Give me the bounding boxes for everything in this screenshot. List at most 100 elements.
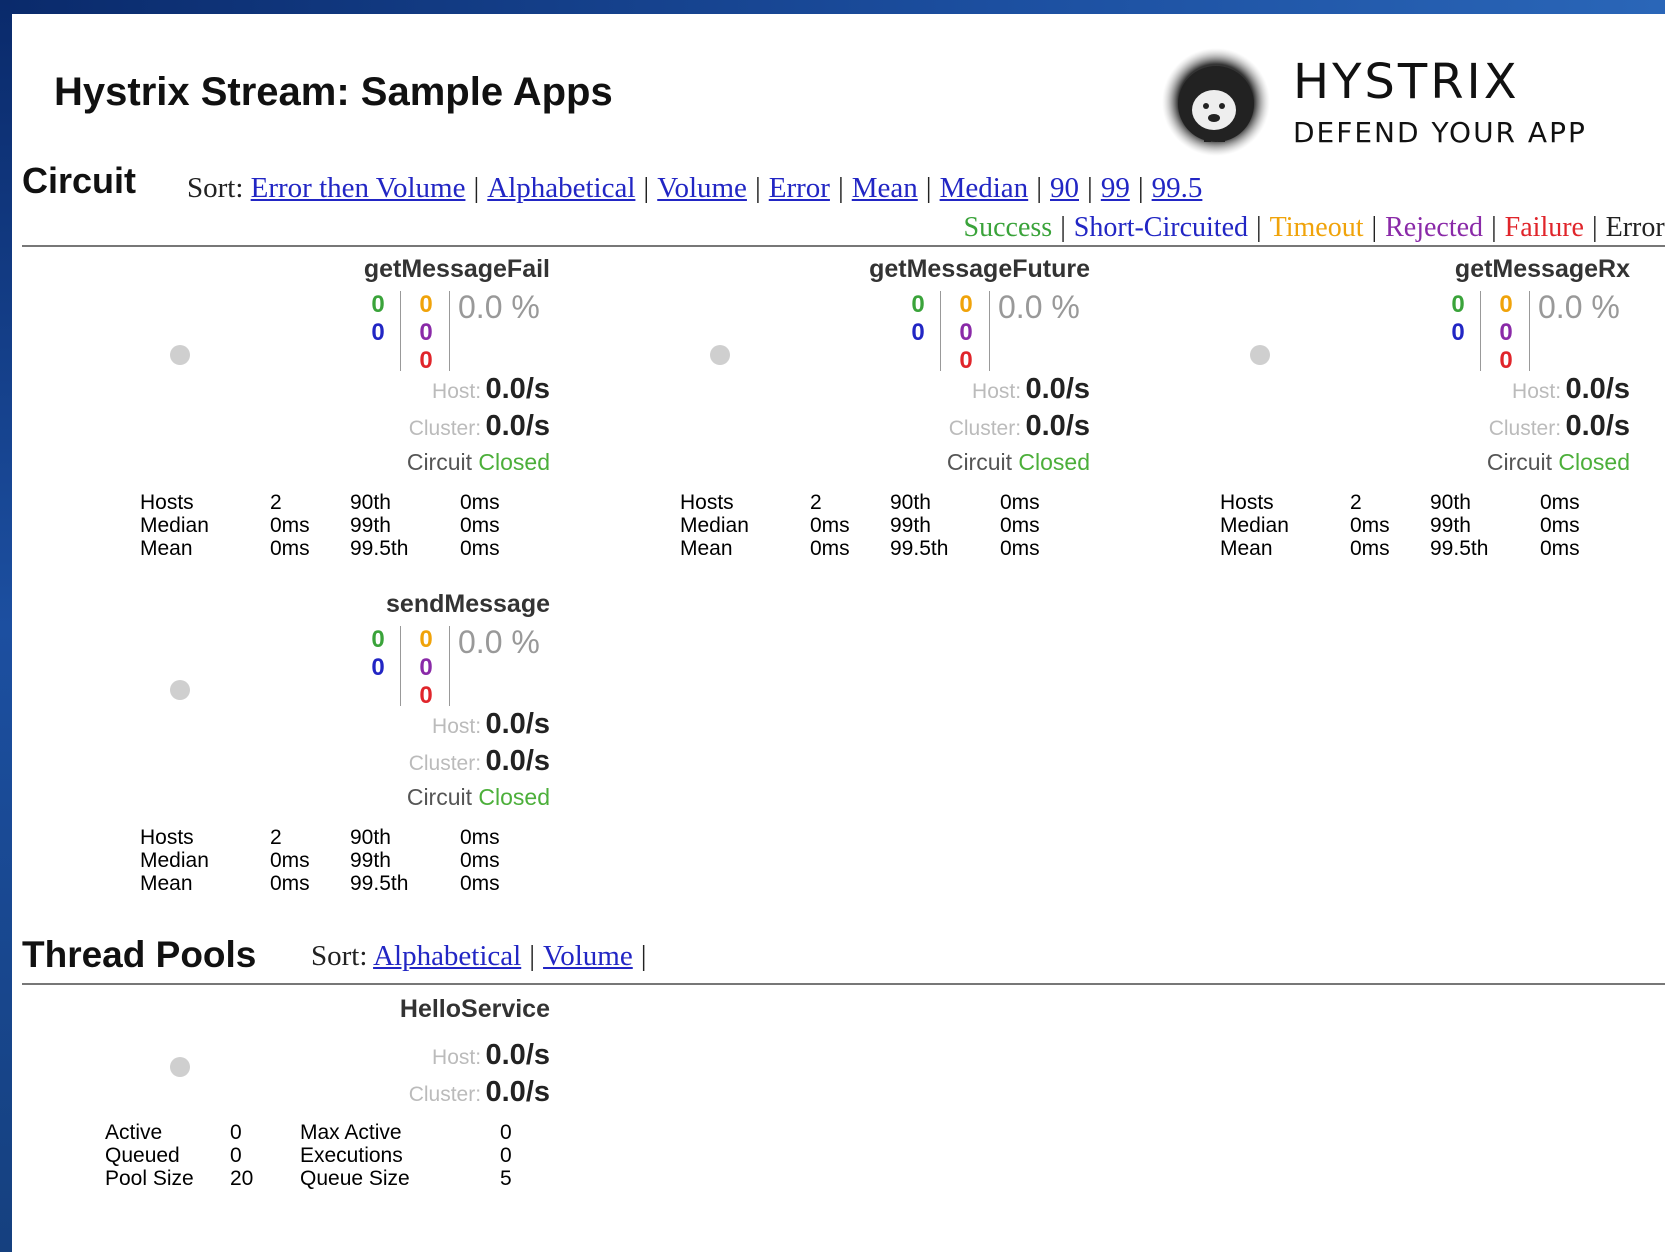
host-rate: Host: 0.0/s bbox=[972, 373, 1090, 406]
stat-labels-right: 90th 99th 99.5th bbox=[890, 491, 962, 560]
legend-error-pct: Error % bbox=[1605, 212, 1665, 243]
active-value: 0 bbox=[230, 1121, 242, 1144]
sort-error-then-volume-link[interactable]: Error then Volume bbox=[251, 172, 466, 204]
sort-99-link[interactable]: 99 bbox=[1101, 172, 1130, 204]
p90-label: 90th bbox=[350, 826, 391, 849]
thread-pool-card: HelloService Host: 0.0/s Cluster: 0.0/s … bbox=[30, 995, 550, 1205]
circuit-name: getMessageFail bbox=[363, 255, 550, 283]
short-circuited-count: 0 bbox=[371, 654, 385, 681]
p995-value: 0ms bbox=[460, 537, 500, 560]
p90-value: 0ms bbox=[1540, 491, 1580, 514]
hosts-value: 2 bbox=[810, 491, 822, 514]
circuit-status-value: Closed bbox=[1018, 449, 1090, 475]
cluster-rate-value: 0.0/s bbox=[485, 745, 551, 777]
p90-label: 90th bbox=[890, 491, 931, 514]
circuit-health-dot bbox=[1250, 345, 1270, 365]
cluster-rate-value: 0.0/s bbox=[1565, 410, 1631, 442]
hosts-label: Hosts bbox=[1220, 491, 1274, 514]
pool-host-rate: Host: 0.0/s bbox=[432, 1039, 550, 1072]
max-active-value: 0 bbox=[500, 1121, 512, 1144]
separator: | bbox=[473, 172, 480, 204]
error-percentage: 0.0 % bbox=[458, 624, 540, 660]
circuit-card: sendMessage 0 0 0 0 0 0.0 % Host: 0.0/s … bbox=[30, 590, 550, 895]
mean-label: Mean bbox=[680, 537, 733, 560]
p99-label: 99th bbox=[890, 514, 931, 537]
count-divider bbox=[449, 291, 450, 371]
timeout-count: 0 bbox=[959, 291, 973, 318]
stat-labels-left: Hosts Median Mean bbox=[140, 491, 240, 560]
thread-pools-sort-bar: Sort: Alphabetical | Volume | bbox=[311, 940, 655, 973]
sort-90-link[interactable]: 90 bbox=[1050, 172, 1079, 204]
pool-sort-volume-link[interactable]: Volume bbox=[543, 940, 633, 972]
sort-mean-link[interactable]: Mean bbox=[852, 172, 918, 204]
host-label: Host: bbox=[972, 380, 1022, 403]
timeout-count: 0 bbox=[1499, 291, 1513, 318]
count-divider bbox=[1480, 291, 1481, 371]
median-label: Median bbox=[1220, 514, 1289, 537]
sort-alphabetical-link[interactable]: Alphabetical bbox=[487, 172, 635, 204]
thread-pools-sort-label: Sort: bbox=[311, 940, 368, 972]
cluster-label: Cluster: bbox=[408, 752, 482, 775]
median-value: 0ms bbox=[270, 849, 310, 872]
sort-error-link[interactable]: Error bbox=[769, 172, 830, 204]
separator: | bbox=[1256, 212, 1262, 243]
mean-value: 0ms bbox=[810, 537, 850, 560]
queue-size-value: 5 bbox=[500, 1167, 512, 1190]
active-label: Active bbox=[105, 1121, 163, 1144]
mean-value: 0ms bbox=[270, 537, 310, 560]
separator: | bbox=[1087, 172, 1093, 204]
mean-label: Mean bbox=[1220, 537, 1273, 560]
failure-count: 0 bbox=[1499, 347, 1513, 374]
circuit-status-value: Closed bbox=[478, 449, 550, 475]
thread-pool-name: HelloService bbox=[399, 995, 550, 1023]
p90-value: 0ms bbox=[460, 491, 500, 514]
executions-value: 0 bbox=[500, 1144, 512, 1167]
thread-pools-divider bbox=[22, 983, 1665, 985]
p995-value: 0ms bbox=[1540, 537, 1580, 560]
queued-label: Queued bbox=[105, 1144, 180, 1167]
queued-value: 0 bbox=[230, 1144, 242, 1167]
rejected-count: 0 bbox=[959, 319, 973, 346]
failure-count: 0 bbox=[419, 682, 433, 709]
circuit-status: Circuit Closed bbox=[947, 449, 1090, 476]
cluster-label: Cluster: bbox=[408, 417, 482, 440]
window-frame-top bbox=[0, 0, 1665, 14]
legend-failure: Failure bbox=[1504, 212, 1584, 243]
host-rate-value: 0.0/s bbox=[1025, 373, 1091, 405]
circuit-name: getMessageRx bbox=[1454, 255, 1630, 283]
timeout-count: 0 bbox=[419, 626, 433, 653]
separator: | bbox=[1137, 172, 1144, 204]
hosts-value: 2 bbox=[1350, 491, 1362, 514]
median-label: Median bbox=[680, 514, 749, 537]
p99-value: 0ms bbox=[1000, 514, 1040, 537]
circuit-label: Circuit bbox=[946, 449, 1012, 475]
circuit-divider bbox=[22, 245, 1665, 247]
circuit-status: Circuit Closed bbox=[407, 784, 550, 811]
sort-99-5-link[interactable]: 99.5 bbox=[1152, 172, 1203, 204]
separator: | bbox=[643, 172, 650, 204]
hosts-label: Hosts bbox=[140, 491, 194, 514]
cluster-label: Cluster: bbox=[408, 1083, 482, 1106]
circuit-card: getMessageFuture 0 0 0 0 0 0.0 % Host: 0… bbox=[570, 255, 1090, 560]
circuit-label: Circuit bbox=[406, 449, 472, 475]
pool-sort-alphabetical-link[interactable]: Alphabetical bbox=[373, 940, 521, 972]
sort-median-link[interactable]: Median bbox=[940, 172, 1029, 204]
mean-label: Mean bbox=[140, 537, 193, 560]
p90-value: 0ms bbox=[460, 826, 500, 849]
p995-value: 0ms bbox=[460, 872, 500, 895]
circuit-card: getMessageFail 0 0 0 0 0 0.0 % Host: 0.0… bbox=[30, 255, 550, 560]
host-label: Host: bbox=[1512, 380, 1562, 403]
host-rate-value: 0.0/s bbox=[485, 1039, 551, 1071]
median-value: 0ms bbox=[810, 514, 850, 537]
cluster-rate: Cluster: 0.0/s bbox=[409, 745, 550, 778]
pool-health-dot bbox=[170, 1057, 190, 1077]
count-divider bbox=[940, 291, 941, 371]
median-value: 0ms bbox=[1350, 514, 1390, 537]
p99-label: 99th bbox=[350, 514, 391, 537]
median-value: 0ms bbox=[270, 514, 310, 537]
host-label: Host: bbox=[432, 1046, 482, 1069]
sort-volume-link[interactable]: Volume bbox=[657, 172, 747, 204]
window-frame-left bbox=[0, 0, 12, 1252]
circuit-label: Circuit bbox=[406, 784, 472, 810]
count-divider bbox=[449, 626, 450, 706]
